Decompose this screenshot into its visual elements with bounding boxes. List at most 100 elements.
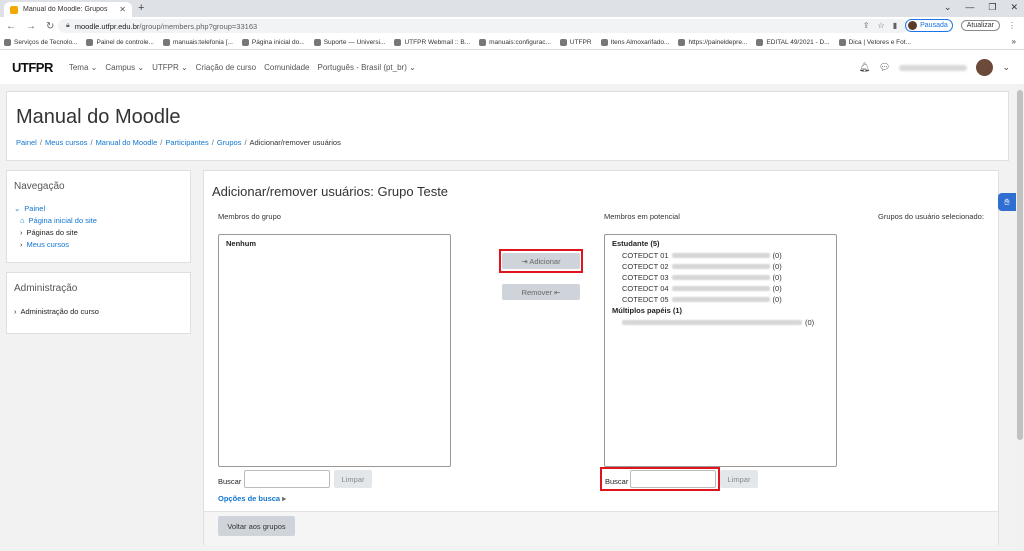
breadcrumb-grupos[interactable]: Grupos: [217, 138, 242, 147]
chevron-right-icon: ›: [20, 240, 23, 249]
reload-icon[interactable]: ↻: [46, 21, 54, 32]
menu-icon[interactable]: ⋮: [1008, 21, 1016, 30]
chevron-down-icon: ⌄: [14, 204, 21, 213]
bookmark-icon: [241, 38, 249, 46]
list-item[interactable]: COTEDCT 03 (0): [612, 272, 829, 283]
moodle-navbar: UTFPR Tema ⌄ Campus ⌄ UTFPR ⌄ Criação de…: [0, 50, 1024, 84]
profile-label: Pausada: [920, 22, 948, 29]
breadcrumb-painel[interactable]: Painel: [16, 138, 37, 147]
nav-tema[interactable]: Tema ⌄: [69, 63, 98, 72]
list-item[interactable]: COTEDCT 02 (0): [612, 261, 829, 272]
page-heading: Adicionar/remover usuários: Grupo Teste: [212, 184, 449, 199]
bookmark-icon: [678, 38, 686, 46]
bookmark-item[interactable]: Página inicial do...: [241, 38, 305, 46]
breadcrumb-current: Adicionar/remover usuários: [249, 138, 341, 147]
nav-utfpr[interactable]: UTFPR ⌄: [152, 63, 188, 72]
list-item[interactable]: COTEDCT 04 (0): [612, 283, 829, 294]
optgroup-multiplos-papeis: Múltiplos papéis (1): [612, 306, 683, 315]
nav-item-pagina-inicial[interactable]: ⌂ Página inicial do site: [14, 216, 97, 225]
bookmark-icon: [559, 38, 567, 46]
sidepanel-icon[interactable]: ▮: [893, 21, 897, 30]
message-icon[interactable]: 💬︎: [879, 62, 890, 73]
browser-tab[interactable]: Manual do Moodle: Grupos ✕: [4, 2, 132, 17]
bookmark-item[interactable]: UTFPR Webmail :: B...: [394, 38, 470, 46]
nav-language[interactable]: Português - Brasil (pt_br) ⌄: [318, 63, 416, 72]
new-tab-icon[interactable]: +: [138, 2, 144, 14]
email-redacted: [671, 275, 770, 280]
bookmark-item[interactable]: Painel de controle...: [86, 38, 154, 46]
bookmarks-overflow-icon[interactable]: »: [1012, 37, 1016, 46]
list-item[interactable]: (0): [612, 317, 829, 328]
profile-avatar: [908, 21, 918, 30]
bookmark-item[interactable]: Dica | Vetores e Fot...: [838, 38, 911, 46]
navigation-title: Navegação: [14, 181, 65, 192]
toolbar-right: ⇪ ☆ ▮ Pausada Atualizar ⋮: [863, 19, 1016, 32]
profile-button[interactable]: Pausada: [905, 19, 953, 32]
star-icon[interactable]: ☆: [878, 21, 885, 30]
bookmark-item[interactable]: UTFPR: [559, 38, 592, 46]
bookmark-item[interactable]: EDITAL 49/2021 - D...: [756, 38, 830, 46]
share-icon[interactable]: ⇪: [863, 21, 870, 30]
url-host: moodle.utfpr.edu.br: [74, 21, 140, 31]
forward-icon[interactable]: →: [26, 21, 36, 32]
optgroup-estudante: Estudante (5): [612, 239, 660, 248]
close-tab-icon[interactable]: ✕: [119, 5, 126, 14]
form-footer: [204, 511, 998, 545]
members-label: Membros do grupo: [218, 212, 281, 221]
breadcrumb-participantes[interactable]: Participantes: [165, 138, 208, 147]
members-empty-option: Nenhum: [226, 239, 256, 248]
page-scrollbar[interactable]: [1016, 84, 1024, 551]
administration-block: Administração › Administração do curso: [6, 272, 191, 334]
bookmark-icon: [479, 38, 487, 46]
bookmark-icon: [838, 38, 846, 46]
chevron-down-icon[interactable]: ⌄: [944, 2, 952, 13]
bookmarks-bar: Serviços de Tecnolo... Painel de control…: [0, 35, 1024, 50]
bookmark-item[interactable]: Suporte — Universi...: [313, 38, 385, 46]
back-icon[interactable]: ←: [6, 21, 16, 32]
bookmark-item[interactable]: manuais:telefonia [...: [162, 38, 233, 46]
scrollbar-thumb[interactable]: [1017, 90, 1023, 440]
notification-bell-icon[interactable]: 🔔︎: [859, 62, 870, 73]
nav-item-meus-cursos[interactable]: › Meus cursos: [14, 240, 97, 249]
breadcrumb-meus-cursos[interactable]: Meus cursos: [45, 138, 88, 147]
nav-campus[interactable]: Campus ⌄: [105, 63, 144, 72]
remove-button[interactable]: Remover ⇤: [502, 284, 580, 300]
nav-item-paginas-site[interactable]: › Páginas do site: [14, 228, 97, 237]
back-to-groups-button[interactable]: Voltar aos grupos: [218, 516, 295, 536]
potential-clear-button[interactable]: Limpar: [720, 470, 758, 488]
window-controls: ⌄ — ❐ ✕: [944, 2, 1018, 13]
user-menu-chevron-icon[interactable]: ⌄: [1002, 62, 1010, 73]
list-item[interactable]: COTEDCT 01 (0): [612, 250, 829, 261]
highlight-potential-search: [600, 467, 720, 491]
utfpr-logo[interactable]: UTFPR: [12, 60, 53, 75]
nav-comunidade[interactable]: Comunidade: [264, 63, 309, 72]
potential-members-listbox[interactable]: Estudante (5) COTEDCT 01 (0) COTEDCT 02 (0…: [604, 234, 837, 467]
restore-icon[interactable]: ❐: [988, 2, 996, 13]
lock-icon[interactable]: 🔒︎: [66, 22, 70, 30]
members-search-input[interactable]: [244, 470, 330, 488]
address-bar[interactable]: 🔒︎ moodle.utfpr.edu.br/group/members.php…: [58, 19, 908, 33]
highlight-add-button: [499, 249, 583, 273]
bookmark-icon: [600, 38, 608, 46]
accessibility-icon[interactable]: ✋︎: [998, 193, 1016, 211]
url-path: /group/members.php?group=33163: [139, 21, 258, 31]
course-title: Manual do Moodle: [16, 106, 181, 128]
group-members-listbox[interactable]: Nenhum: [218, 234, 451, 467]
close-window-icon[interactable]: ✕: [1010, 2, 1018, 13]
bookmark-item[interactable]: Serviços de Tecnolo...: [4, 38, 77, 46]
bookmark-item[interactable]: https://paineldepre...: [678, 38, 747, 46]
main-panel: Adicionar/remover usuários: Grupo Teste …: [203, 170, 999, 545]
nav-item-painel[interactable]: ⌄ Painel: [14, 204, 97, 213]
nav-criacao-curso[interactable]: Criação de curso: [196, 63, 256, 72]
bookmark-item[interactable]: manuais:configurac...: [479, 38, 551, 46]
user-avatar[interactable]: [976, 59, 994, 76]
update-button[interactable]: Atualizar: [960, 20, 1000, 31]
list-item[interactable]: COTEDCT 05 (0): [612, 294, 829, 305]
members-clear-button[interactable]: Limpar: [334, 470, 372, 488]
minimize-icon[interactable]: —: [965, 2, 974, 13]
bookmark-item[interactable]: Itens Almoxarifado...: [600, 38, 669, 46]
search-options-link[interactable]: Opções de busca ▸: [218, 494, 286, 503]
browser-toolbar: ← → ↻ 🔒︎ moodle.utfpr.edu.br/group/membe…: [0, 17, 1024, 35]
breadcrumb-manual[interactable]: Manual do Moodle: [96, 138, 158, 147]
admin-item-curso[interactable]: › Administração do curso: [14, 307, 99, 316]
